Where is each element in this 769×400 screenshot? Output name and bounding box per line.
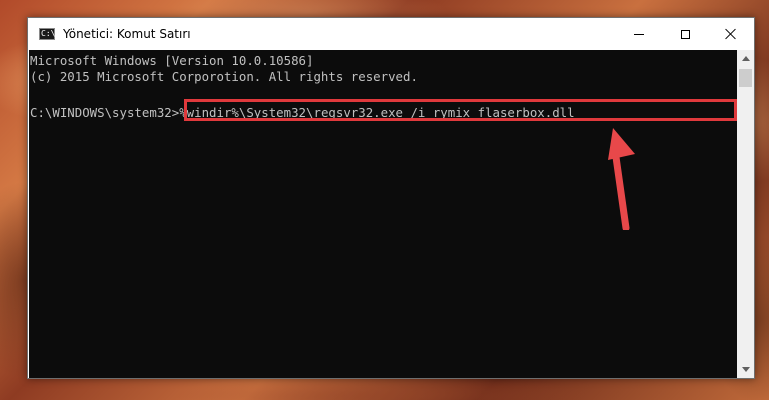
title-bar[interactable]: C:\ Yönetici: Komut Satırı [28, 18, 754, 50]
scroll-down-button[interactable] [737, 361, 754, 378]
command-prompt-window: C:\ Yönetici: Komut Satırı Microsoft Win… [27, 17, 755, 379]
cmd-icon[interactable]: C:\ [39, 28, 55, 40]
scrollbar-thumb[interactable] [739, 69, 752, 87]
pointer-arrow-icon [608, 128, 635, 230]
command-highlight-box [184, 99, 737, 121]
chevron-down-icon [741, 367, 750, 372]
minimize-button[interactable] [616, 18, 662, 50]
console-line-copyright: (c) 2015 Microsoft Corporotion. All righ… [30, 69, 418, 84]
maximize-button[interactable] [662, 18, 708, 50]
console-line-version: Microsoft Windows [Version 10.0.10586] [30, 53, 314, 68]
minimize-icon [634, 33, 644, 35]
console-area[interactable]: Microsoft Windows [Version 10.0.10586] (… [29, 50, 737, 378]
vertical-scrollbar[interactable] [737, 50, 754, 378]
close-icon [725, 28, 737, 40]
window-title: Yönetici: Komut Satırı [63, 27, 191, 41]
chevron-up-icon [741, 56, 750, 61]
console-prompt: C:\WINDOWS\system32> [30, 105, 180, 120]
maximize-icon [680, 29, 690, 39]
scroll-up-button[interactable] [737, 50, 754, 67]
close-button[interactable] [708, 18, 754, 50]
